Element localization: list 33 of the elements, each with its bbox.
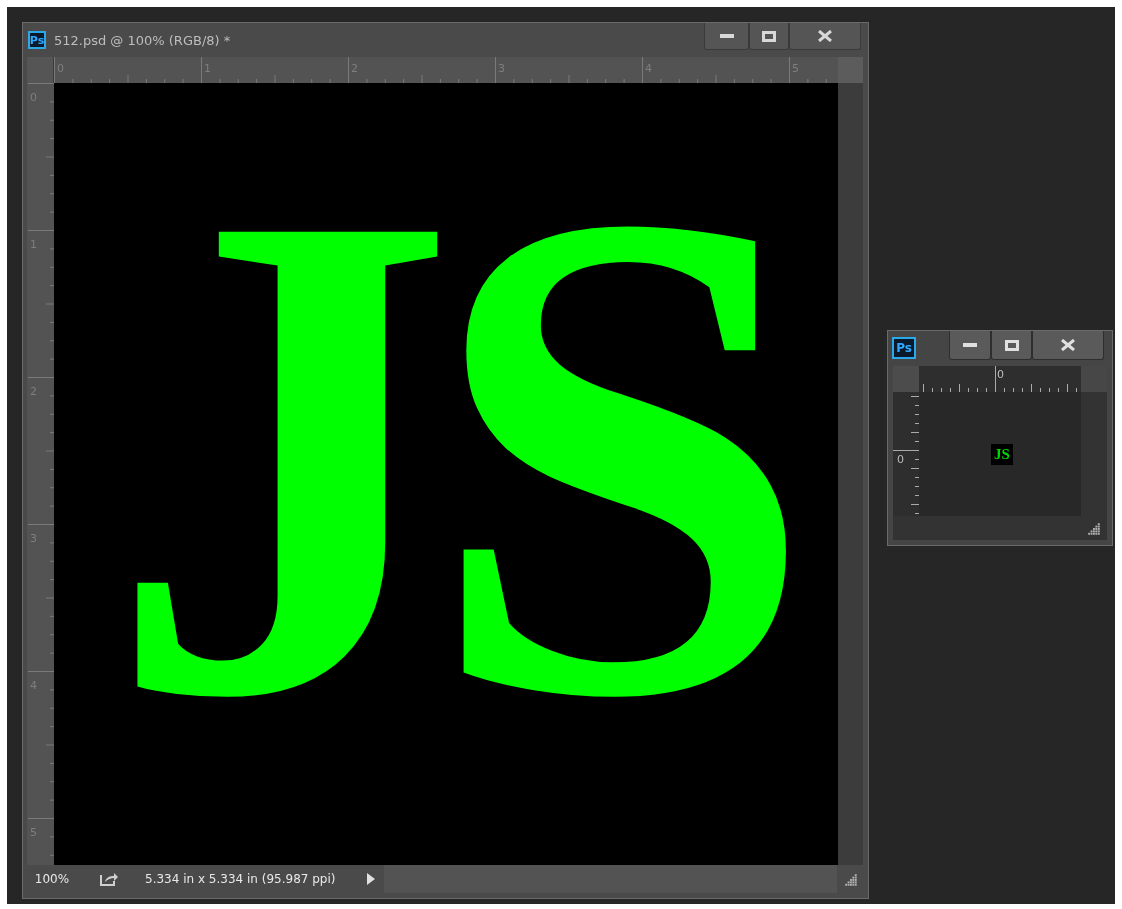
vertical-ruler[interactable]: 0	[893, 392, 919, 516]
minimize-button[interactable]	[949, 331, 991, 360]
close-button[interactable]	[789, 23, 861, 50]
app-badge: Ps	[892, 337, 916, 359]
zoom-level[interactable]: 100%	[27, 872, 77, 886]
scrollbar[interactable]	[838, 83, 863, 865]
triangle-icon[interactable]	[365, 872, 376, 886]
app-badge: Ps	[28, 31, 46, 49]
ruler-label: 0	[997, 368, 1004, 382]
maximize-button[interactable]	[749, 23, 789, 50]
scrollbar[interactable]	[383, 865, 837, 893]
close-button[interactable]	[1032, 331, 1104, 360]
ruler-corner	[838, 57, 863, 83]
scrollbar[interactable]	[1081, 392, 1107, 516]
export-icon[interactable]	[99, 871, 119, 887]
minimize-icon	[963, 343, 977, 347]
maximize-icon	[1004, 339, 1019, 351]
resize-grip-icon[interactable]	[842, 871, 858, 887]
canvas-text: JS	[106, 104, 786, 804]
ruler-corner	[27, 57, 54, 83]
document-info: 5.334 in x 5.334 in (95.987 ppi)	[145, 872, 336, 886]
close-icon	[1061, 339, 1075, 351]
close-icon	[818, 30, 832, 42]
minimize-icon	[719, 34, 734, 38]
maximize-button[interactable]	[991, 331, 1032, 360]
window-title: 512.psd @ 100% (RGB/8) *	[54, 32, 231, 48]
minimize-button[interactable]	[704, 23, 749, 50]
ruler-label: 0	[897, 453, 904, 467]
canvas-text: JS	[991, 443, 1013, 465]
resize-grip-icon[interactable]	[1085, 520, 1101, 536]
horizontal-ruler[interactable]: 0	[919, 366, 1081, 392]
ruler-corner	[893, 366, 919, 392]
maximize-icon	[762, 30, 776, 42]
